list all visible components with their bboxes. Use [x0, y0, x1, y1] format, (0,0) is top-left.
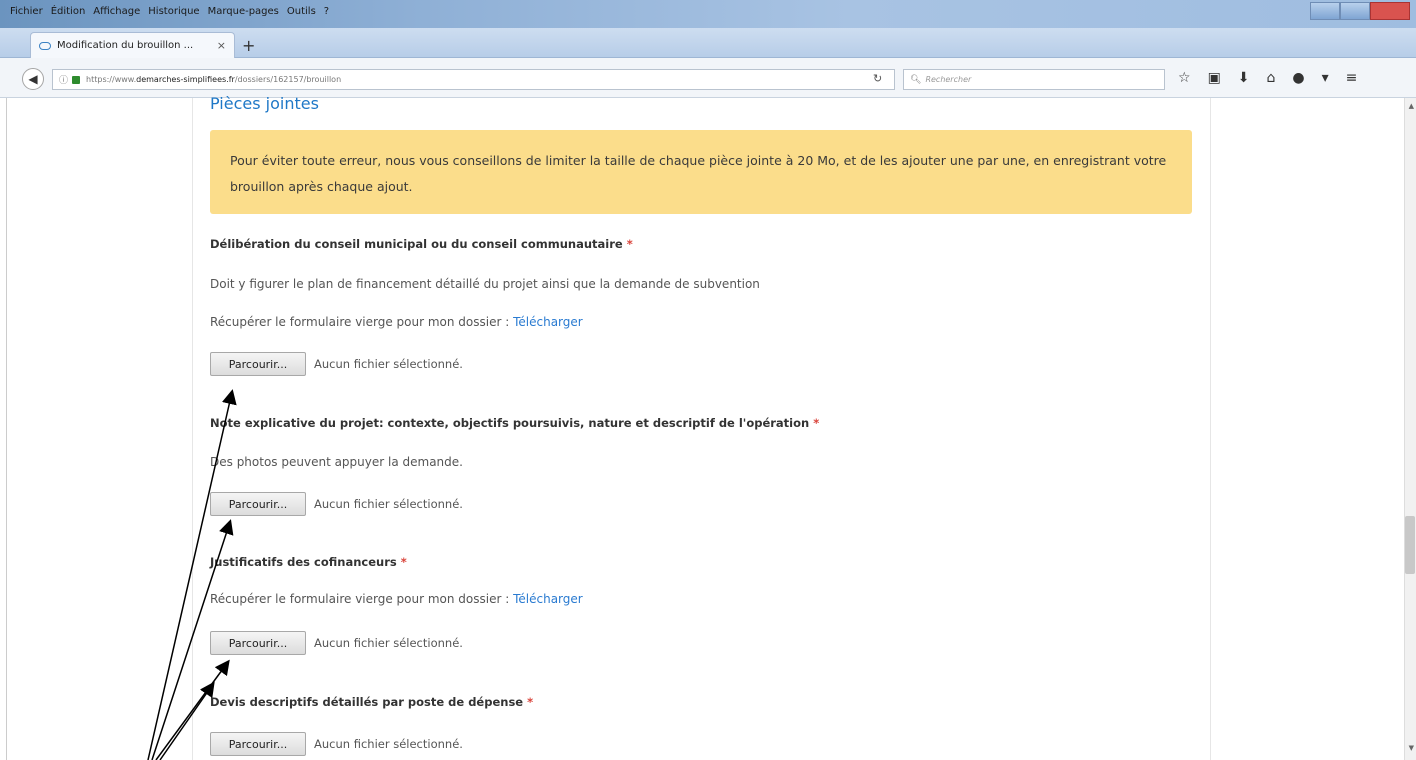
- url-prefix: https://www.: [86, 75, 137, 84]
- menu-bookmarks[interactable]: Marque-pages: [208, 6, 279, 17]
- back-button[interactable]: ◀: [22, 68, 44, 90]
- field-label-text: Justificatifs des cofinanceurs: [210, 555, 397, 569]
- download-link[interactable]: Télécharger: [513, 592, 583, 606]
- address-bar[interactable]: ⓘ https://www.demarches-simplifiees.fr/d…: [52, 69, 895, 90]
- lock-icon: [72, 75, 81, 84]
- url-domain: demarches-simplifiees.fr: [136, 75, 235, 84]
- info-icon[interactable]: ⓘ: [59, 73, 68, 86]
- download-icon[interactable]: ⬇: [1238, 70, 1250, 86]
- field-description: Des photos peuvent appuyer la demande.: [210, 455, 463, 469]
- no-file-status: Aucun fichier sélectionné.: [314, 737, 463, 751]
- field-label-deliberation: Délibération du conseil municipal ou du …: [210, 237, 633, 251]
- field-label-devis: Devis descriptifs détaillés par poste de…: [210, 695, 533, 709]
- column-divider-left: [192, 98, 193, 760]
- browse-button[interactable]: Parcourir...: [210, 732, 306, 756]
- no-file-status: Aucun fichier sélectionné.: [314, 497, 463, 511]
- extension-icon[interactable]: ●: [1292, 70, 1304, 86]
- field-label-text: Devis descriptifs détaillés par poste de…: [210, 695, 524, 709]
- menu-edit[interactable]: Édition: [51, 6, 86, 17]
- reload-icon[interactable]: ↻: [873, 72, 882, 85]
- new-tab-button[interactable]: +: [242, 36, 255, 55]
- search-icon: 🔍︎: [910, 74, 922, 85]
- download-template-text: Récupérer le formulaire vierge pour mon …: [210, 592, 583, 606]
- url-path: /dossiers/162157/brouillon: [234, 75, 342, 84]
- section-title: Pièces jointes: [210, 94, 319, 113]
- tab-strip: Modification du brouillon ... × +: [0, 28, 1416, 58]
- field-label-note-explicative: Note explicative du projet: contexte, ob…: [210, 416, 819, 430]
- bookmark-star-icon[interactable]: ☆: [1178, 70, 1191, 86]
- field-label-text: Note explicative du projet: contexte, ob…: [210, 416, 810, 430]
- url-text: https://www.demarches-simplifiees.fr/dos…: [86, 75, 341, 84]
- tab-close-icon[interactable]: ×: [217, 39, 226, 52]
- file-input-note-explicative[interactable]: Parcourir... Aucun fichier sélectionné.: [210, 492, 463, 516]
- browse-button[interactable]: Parcourir...: [210, 492, 306, 516]
- minimize-button[interactable]: [1310, 2, 1340, 20]
- scroll-up-arrow-icon[interactable]: ▲: [1409, 102, 1414, 110]
- scrollbar-thumb[interactable]: [1405, 516, 1415, 574]
- menu-bar: Fichier Édition Affichage Historique Mar…: [10, 6, 329, 17]
- navigation-bar: ◀ ⓘ https://www.demarches-simplifiees.fr…: [0, 58, 1416, 98]
- tab-title: Modification du brouillon ...: [57, 40, 194, 51]
- browse-button[interactable]: Parcourir...: [210, 352, 306, 376]
- scroll-down-arrow-icon[interactable]: ▼: [1409, 744, 1414, 752]
- download-prefix: Récupérer le formulaire vierge pour mon …: [210, 315, 514, 329]
- close-window-button[interactable]: [1370, 2, 1410, 20]
- download-prefix: Récupérer le formulaire vierge pour mon …: [210, 592, 514, 606]
- site-favicon-icon: [39, 41, 51, 50]
- field-label-text: Délibération du conseil municipal ou du …: [210, 237, 623, 251]
- search-bar[interactable]: 🔍︎ Rechercher: [903, 69, 1165, 90]
- menu-help[interactable]: ?: [324, 6, 329, 17]
- field-label-cofinanceurs: Justificatifs des cofinanceurs *: [210, 555, 407, 569]
- required-asterisk: *: [626, 237, 633, 251]
- tab-brouillon[interactable]: Modification du brouillon ... ×: [30, 32, 235, 58]
- required-asterisk: *: [813, 416, 820, 430]
- clipboard-icon[interactable]: ▣: [1208, 70, 1221, 86]
- file-input-devis[interactable]: Parcourir... Aucun fichier sélectionné.: [210, 732, 463, 756]
- maximize-button[interactable]: [1340, 2, 1370, 20]
- field-description: Doit y figurer le plan de financement dé…: [210, 277, 760, 291]
- download-link[interactable]: Télécharger: [513, 315, 583, 329]
- chevron-down-icon[interactable]: ▾: [1322, 70, 1329, 86]
- column-divider-right: [1210, 98, 1211, 760]
- search-placeholder: Rechercher: [925, 75, 972, 84]
- no-file-status: Aucun fichier sélectionné.: [314, 357, 463, 371]
- menu-file[interactable]: Fichier: [10, 6, 43, 17]
- required-asterisk: *: [400, 555, 407, 569]
- menu-history[interactable]: Historique: [148, 6, 199, 17]
- file-input-deliberation[interactable]: Parcourir... Aucun fichier sélectionné.: [210, 352, 463, 376]
- toolbar-icons: ☆ ▣ ⬇ ⌂ ● ▾ ≡: [1178, 70, 1357, 86]
- hamburger-menu-icon[interactable]: ≡: [1346, 70, 1358, 86]
- home-icon[interactable]: ⌂: [1267, 70, 1276, 86]
- browse-button[interactable]: Parcourir...: [210, 631, 306, 655]
- page-scrollbar[interactable]: [1404, 98, 1416, 760]
- file-input-cofinanceurs[interactable]: Parcourir... Aucun fichier sélectionné.: [210, 631, 463, 655]
- window-controls: [1310, 2, 1410, 20]
- warning-notice: Pour éviter toute erreur, nous vous cons…: [210, 130, 1192, 214]
- no-file-status: Aucun fichier sélectionné.: [314, 636, 463, 650]
- required-asterisk: *: [527, 695, 534, 709]
- download-template-text: Récupérer le formulaire vierge pour mon …: [210, 315, 583, 329]
- menu-view[interactable]: Affichage: [93, 6, 140, 17]
- menu-tools[interactable]: Outils: [287, 6, 316, 17]
